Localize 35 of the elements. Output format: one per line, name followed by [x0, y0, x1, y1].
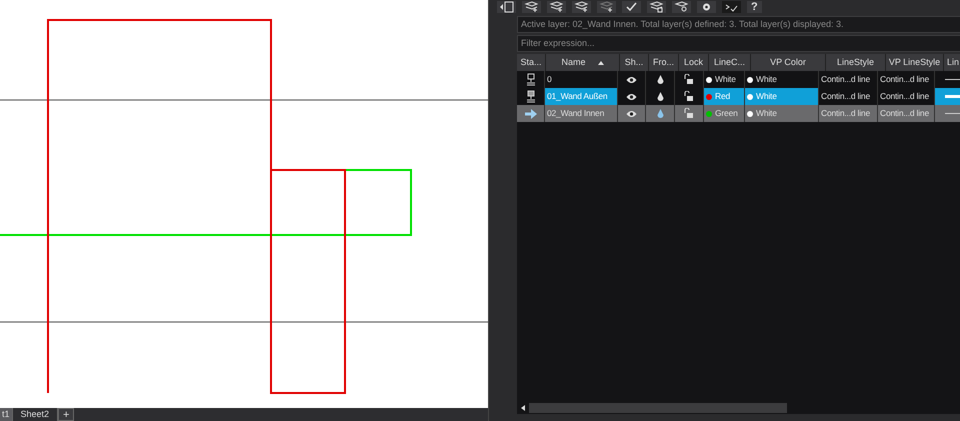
eye-icon[interactable] [626, 92, 637, 100]
scroll-left-icon[interactable] [521, 405, 525, 411]
eye-icon[interactable] [626, 110, 637, 118]
add-sheet-button[interactable]: + [58, 408, 74, 421]
line-weight-preview [944, 78, 960, 81]
drop-icon[interactable] [656, 92, 664, 102]
layers-icon[interactable] [522, 1, 541, 13]
layers-icon[interactable] [547, 1, 566, 13]
panel-icon[interactable] [497, 1, 516, 13]
table-cell: Contin...d line [878, 105, 935, 122]
checkmark-icon[interactable] [622, 1, 641, 13]
layers-icon[interactable] [572, 1, 591, 13]
vp-color-cell[interactable]: White [745, 105, 819, 122]
unlocked-icon[interactable] [684, 91, 694, 102]
status-field: Active layer: 02_Wand Innen. Total layer(s) defined: 3. Total layer(s) displayed: 3. [517, 16, 960, 33]
help-button[interactable]: ? [747, 1, 762, 13]
arrow-icon [524, 108, 536, 118]
scrollbar-thumb[interactable] [529, 403, 787, 413]
line-weight-preview [944, 112, 960, 115]
eye-icon[interactable] [626, 76, 637, 84]
drop-icon[interactable] [656, 74, 664, 84]
search-icon[interactable] [672, 1, 691, 13]
line-weight-preview [944, 95, 960, 98]
table-cell: Contin...d line [819, 105, 878, 122]
line-color-cell[interactable]: Green [704, 105, 745, 122]
unlocked-icon[interactable] [684, 74, 694, 85]
sheet-tab[interactable]: t1 [0, 408, 13, 421]
layers-icon[interactable] [597, 1, 616, 13]
filter-field[interactable]: Filter expression... [517, 35, 960, 52]
layers-icon [526, 90, 536, 103]
check-icon[interactable] [722, 1, 741, 13]
layers-icon [526, 73, 536, 86]
sort-ascending-icon [598, 60, 604, 64]
layers-icon[interactable] [647, 1, 666, 13]
layer-name-cell[interactable]: 02_Wand Innen [545, 105, 618, 122]
